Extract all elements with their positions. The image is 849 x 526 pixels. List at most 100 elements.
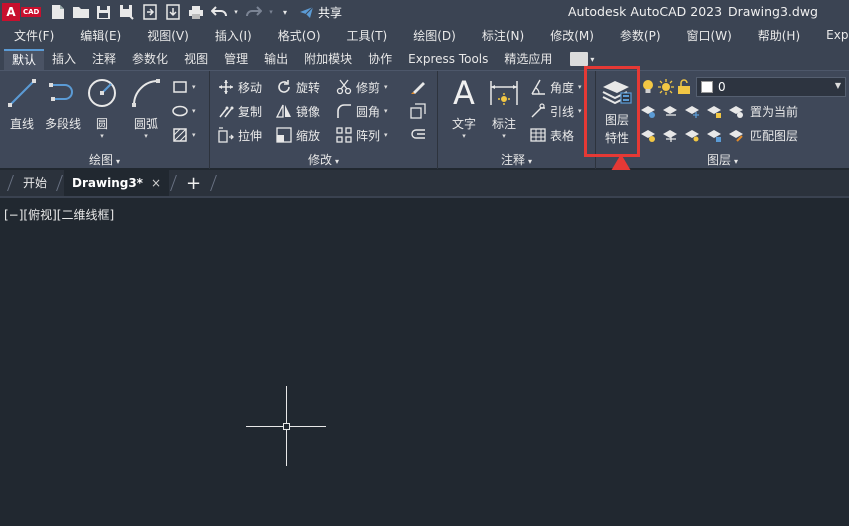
layer-properties-button[interactable]: 图层 特性 <box>598 75 636 146</box>
open-icon[interactable] <box>71 3 90 22</box>
polyline-button[interactable]: 多段线 <box>45 77 81 132</box>
panel-modify-title[interactable]: 修改 ▾ <box>210 151 437 167</box>
set-current-button[interactable]: 置为当前 <box>750 103 798 120</box>
viewport-controls[interactable]: [−][俯视][二维线框] <box>4 206 114 223</box>
dimension-button[interactable]: 标注 ▾ <box>488 77 520 140</box>
layer-isolate-icon[interactable] <box>662 103 678 119</box>
dimension-dropdown-icon[interactable]: ▾ <box>502 132 506 140</box>
tab-insert[interactable]: 插入 <box>44 49 84 70</box>
offset-button[interactable] <box>410 125 426 145</box>
undo-icon[interactable] <box>209 3 228 22</box>
sun-icon[interactable] <box>658 79 674 95</box>
scale-button[interactable]: 缩放 <box>276 125 320 145</box>
tab-express-tools[interactable]: Express Tools <box>400 49 496 70</box>
menu-modify[interactable]: 修改(M) <box>537 27 607 44</box>
array-button[interactable]: 阵列 ▾ <box>336 125 388 145</box>
move-button[interactable]: 移动 <box>218 77 262 97</box>
drawing-tab[interactable]: Drawing3* × <box>64 170 170 196</box>
new-tab-button[interactable]: + <box>178 173 209 194</box>
plot-icon[interactable] <box>186 3 205 22</box>
layer-unlock-icon[interactable] <box>706 127 722 143</box>
line-button[interactable]: 直线 <box>6 77 38 132</box>
panel-annotation-title[interactable]: 注释 ▾ <box>438 151 595 167</box>
tab-view[interactable]: 视图 <box>176 49 216 70</box>
rectangle-dropdown-icon[interactable]: ▾ <box>192 83 196 91</box>
share-button[interactable]: 共享 <box>299 4 342 21</box>
tab-manage[interactable]: 管理 <box>216 49 256 70</box>
tab-parametric[interactable]: 参数化 <box>124 49 176 70</box>
layer-on-icon[interactable] <box>640 127 656 143</box>
angle-button[interactable]: 角度 ▾ <box>530 77 582 97</box>
menu-insert[interactable]: 插入(I) <box>202 27 265 44</box>
angle-dropdown-icon[interactable]: ▾ <box>578 83 582 91</box>
menu-edit[interactable]: 编辑(E) <box>67 27 134 44</box>
layer-thaw-icon[interactable] <box>684 127 700 143</box>
menu-parametric[interactable]: 参数(P) <box>607 27 674 44</box>
ribbon-toggle-caret-icon[interactable]: ▾ <box>590 55 594 64</box>
erase-button[interactable] <box>410 77 426 97</box>
layer-lock-icon[interactable] <box>706 103 722 119</box>
layer-dropdown[interactable]: 0 ▼ <box>696 77 846 97</box>
menu-express[interactable]: Express <box>813 28 849 42</box>
circle-dropdown-icon[interactable]: ▾ <box>100 132 104 140</box>
mirror-button[interactable]: 镜像 <box>276 101 320 121</box>
panel-draw-title[interactable]: 绘图 ▾ <box>0 151 209 167</box>
start-tab[interactable]: 开始 <box>15 170 55 196</box>
tab-default[interactable]: 默认 <box>4 49 45 70</box>
match-layer-button[interactable]: 匹配图层 <box>750 127 798 144</box>
lightbulb-icon[interactable] <box>640 79 656 95</box>
fillet-button[interactable]: 圆角 ▾ <box>336 101 388 121</box>
redo-icon[interactable] <box>244 3 263 22</box>
tab-output[interactable]: 输出 <box>256 49 296 70</box>
rectangle-button[interactable]: ▾ <box>172 77 196 97</box>
customize-icon[interactable]: ▾ <box>279 3 291 22</box>
save-as-icon[interactable] <box>117 3 136 22</box>
layer-freeze-icon[interactable] <box>684 103 700 119</box>
drawing-canvas[interactable]: [−][俯视][二维线框] <box>0 196 849 526</box>
ribbon-toggle-icon[interactable] <box>570 52 589 66</box>
tab-featured-apps[interactable]: 精选应用 <box>496 49 560 70</box>
stretch-button[interactable]: 拉伸 <box>218 125 262 145</box>
layer-unisolate-icon[interactable] <box>662 127 678 143</box>
tab-collaborate[interactable]: 协作 <box>360 49 400 70</box>
new-icon[interactable] <box>48 3 67 22</box>
redo-dropdown-icon[interactable]: ▾ <box>267 3 275 22</box>
save-icon[interactable] <box>94 3 113 22</box>
ellipse-button[interactable]: ▾ <box>172 101 196 121</box>
undo-dropdown-icon[interactable]: ▾ <box>232 3 240 22</box>
text-button[interactable]: A 文字 ▾ <box>448 77 480 140</box>
text-dropdown-icon[interactable]: ▾ <box>462 132 466 140</box>
circle-button[interactable]: 圆 ▾ <box>86 77 118 140</box>
menu-tools[interactable]: 工具(T) <box>334 27 401 44</box>
app-logo[interactable]: A CAD <box>2 2 42 22</box>
ellipse-dropdown-icon[interactable]: ▾ <box>192 107 196 115</box>
trim-button[interactable]: 修剪 ▾ <box>336 77 388 97</box>
open-web-icon[interactable] <box>140 3 159 22</box>
menu-file[interactable]: 文件(F) <box>0 27 67 44</box>
fillet-dropdown-icon[interactable]: ▾ <box>384 107 388 115</box>
hatch-dropdown-icon[interactable]: ▾ <box>192 131 196 139</box>
array-dropdown-icon[interactable]: ▾ <box>384 131 388 139</box>
close-icon[interactable]: × <box>151 170 161 196</box>
menu-draw[interactable]: 绘图(D) <box>400 27 469 44</box>
arc-button[interactable]: 圆弧 ▾ <box>130 77 162 140</box>
save-web-icon[interactable] <box>163 3 182 22</box>
menu-view[interactable]: 视图(V) <box>134 27 202 44</box>
copy-button[interactable]: 复制 <box>218 101 262 121</box>
tab-annotate[interactable]: 注释 <box>84 49 124 70</box>
hatch-button[interactable]: ▾ <box>172 125 196 145</box>
layer-off-icon[interactable] <box>640 103 656 119</box>
explode-button[interactable] <box>410 101 426 121</box>
leader-dropdown-icon[interactable]: ▾ <box>578 107 582 115</box>
menu-window[interactable]: 窗口(W) <box>674 27 745 44</box>
table-button[interactable]: 表格 <box>530 125 574 145</box>
leader-button[interactable]: 引线 ▾ <box>530 101 582 121</box>
menu-dimension[interactable]: 标注(N) <box>469 27 537 44</box>
trim-dropdown-icon[interactable]: ▾ <box>384 83 388 91</box>
arc-dropdown-icon[interactable]: ▾ <box>144 132 148 140</box>
tab-addins[interactable]: 附加模块 <box>296 49 360 70</box>
menu-format[interactable]: 格式(O) <box>265 27 334 44</box>
autocad-logo-icon[interactable]: A <box>2 3 20 21</box>
unlock-icon[interactable] <box>676 79 692 95</box>
rotate-button[interactable]: 旋转 <box>276 77 320 97</box>
